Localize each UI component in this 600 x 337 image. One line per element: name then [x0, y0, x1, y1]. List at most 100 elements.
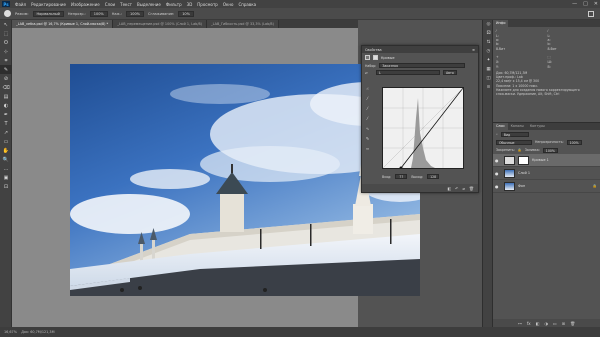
minimize-icon[interactable]: —	[572, 1, 577, 7]
quick-select-tool-icon[interactable]: ⊹	[0, 47, 12, 56]
tab-paths[interactable]: Контуры	[527, 123, 548, 130]
visibility-eye-icon[interactable]: ●	[495, 171, 501, 176]
info-bit-b: 8-бит	[547, 47, 557, 51]
more-tools-icon[interactable]: …	[0, 164, 12, 173]
brush-preset-icon[interactable]	[4, 10, 11, 17]
hand-tool-icon[interactable]: ✋	[0, 146, 12, 155]
menu-select[interactable]: Выделение	[137, 2, 161, 7]
mask-icon[interactable]	[373, 55, 378, 60]
mode-dropdown[interactable]: Нормальный	[32, 10, 64, 17]
tab-document-3[interactable]: _LAB_Гибкость.psd @ 33,3% (Lab/8)	[206, 20, 279, 28]
fill-field[interactable]: 100%	[542, 147, 558, 153]
visibility-eye-icon[interactable]: ●	[495, 184, 501, 189]
layer-row[interactable]: ● Кривые 1	[493, 154, 600, 167]
canvas-area[interactable]	[12, 28, 420, 327]
lasso-tool-icon[interactable]: ʘ	[0, 38, 12, 47]
shape-tool-icon[interactable]: ▭	[0, 137, 12, 146]
reset-icon[interactable]: ↶	[455, 186, 458, 191]
tab-document-1[interactable]: _LAB_vetka.psd @ 16,7% (Кривые 1, Слой-м…	[12, 20, 114, 28]
clip-to-layer-icon[interactable]: ◧	[447, 186, 451, 191]
brush-tool-icon[interactable]: ✎	[0, 65, 12, 74]
menu-image[interactable]: Изображение	[71, 2, 100, 7]
healing-tool-icon[interactable]: ⊘	[0, 74, 12, 83]
marquee-tool-icon[interactable]: ⬚	[0, 29, 12, 38]
eyedropper-black-icon[interactable]: ⁄	[364, 96, 371, 103]
blend-mode-dropdown[interactable]: Обычные	[496, 139, 532, 145]
menu-edit[interactable]: Редактирование	[31, 2, 66, 7]
share-icon[interactable]	[588, 11, 594, 17]
on-image-adjust-icon[interactable]: ☝	[364, 86, 371, 93]
layer-row[interactable]: ● Слой 1	[493, 167, 600, 180]
smooth-icon[interactable]: ≈	[364, 146, 371, 153]
maximize-icon[interactable]: □	[583, 1, 588, 7]
menu-window[interactable]: Окно	[223, 2, 234, 7]
menu-3d[interactable]: 3D	[187, 2, 193, 7]
visibility-eye-icon[interactable]: ●	[495, 158, 501, 163]
opacity-label: Непрозрачность:	[535, 140, 564, 144]
delete-layer-icon[interactable]: 🗑	[570, 321, 575, 326]
layer-filter-row: ⌕ Вид	[493, 130, 600, 138]
smoothing-dropdown[interactable]: 10%	[178, 10, 194, 17]
preset-row: Набор: Заказная	[362, 62, 478, 69]
menu-file[interactable]: Файл	[15, 2, 26, 7]
panel-menu-icon[interactable]: ≡	[472, 48, 475, 52]
move-tool-icon[interactable]: ↖	[0, 20, 12, 29]
new-group-icon[interactable]: ▭	[553, 321, 557, 326]
crop-tool-icon[interactable]: ⌗	[0, 56, 12, 65]
close-icon[interactable]: ✕	[594, 1, 598, 7]
menu-help[interactable]: Справка	[238, 2, 256, 7]
add-mask-icon[interactable]: ◧	[536, 321, 540, 326]
quick-mask-icon[interactable]: ⊡	[0, 182, 12, 191]
eraser-tool-icon[interactable]: ⌫	[0, 83, 12, 92]
opacity-dropdown[interactable]: 100%	[89, 10, 108, 17]
selection-icon: ⬚	[547, 55, 551, 59]
channel-icon[interactable]: ⇄	[365, 71, 373, 75]
layer-row[interactable]: ● Фон 🔒	[493, 180, 600, 193]
auto-button[interactable]: Авто	[443, 70, 457, 75]
curve-points-icon[interactable]: ∿	[364, 126, 371, 133]
layer-mask-thumbnail[interactable]	[518, 155, 529, 165]
pen-tool-icon[interactable]: ✒	[0, 110, 12, 119]
input-field[interactable]: 77	[395, 174, 408, 179]
type-tool-icon[interactable]: T	[0, 119, 12, 128]
color-swatch-icon[interactable]: ▣	[0, 173, 12, 182]
menu-layers[interactable]: Слои	[105, 2, 115, 7]
curves-graph[interactable]	[382, 87, 464, 170]
menu-type[interactable]: Текст	[120, 2, 132, 7]
new-adjustment-icon[interactable]: ◑	[544, 321, 548, 326]
eyedropper-gray-icon[interactable]: ⁄	[364, 106, 371, 113]
info-size: ⬚ Ш: В:	[548, 55, 598, 71]
menu-filter[interactable]: Фильтр	[166, 2, 182, 7]
link-layers-icon[interactable]: ⊶	[518, 321, 522, 326]
opacity-field[interactable]: 100%	[566, 139, 582, 145]
channel-dropdown[interactable]: L	[376, 70, 440, 75]
lock-row: Закрепить: 🔒 Заливка: 100%	[493, 146, 600, 154]
tab-info[interactable]: Инфо	[493, 20, 509, 27]
gradient-tool-icon[interactable]: ▤	[0, 92, 12, 101]
zoom-readout[interactable]: 16,67%	[4, 330, 17, 334]
toggle-visibility-icon[interactable]: ⌀	[463, 186, 465, 191]
path-select-tool-icon[interactable]: ↗	[0, 128, 12, 137]
lock-icon[interactable]: 🔒	[518, 148, 522, 152]
smoothing-label: Сглаживание:	[148, 11, 175, 16]
properties-header[interactable]: Свойства ≡	[362, 46, 478, 53]
document-tabs: _LAB_vetka.psd @ 16,7% (Кривые 1, Слой-м…	[12, 20, 358, 28]
delete-icon[interactable]: 🗑	[469, 186, 474, 191]
layer-kind-dropdown[interactable]: Вид	[500, 131, 529, 137]
zoom-tool-icon[interactable]: 🔍	[0, 155, 12, 164]
adjustment-icon[interactable]	[365, 55, 370, 60]
flow-dropdown[interactable]: 100%	[125, 10, 144, 17]
curves-graph-svg	[382, 87, 464, 170]
tab-document-2[interactable]: _LAB_перемещение.psd @ 100% (Слой 1, Lab…	[113, 20, 207, 28]
layer-style-icon[interactable]: fx	[527, 321, 531, 326]
new-layer-icon[interactable]: ⊞	[562, 321, 565, 326]
menu-view[interactable]: Просмотр	[197, 2, 218, 7]
eyedropper-white-icon[interactable]: ⁄	[364, 116, 371, 123]
dodge-tool-icon[interactable]: ◐	[0, 101, 12, 110]
tab-channels[interactable]: Каналы	[508, 123, 527, 130]
pencil-icon[interactable]: ✎	[364, 136, 371, 143]
output-field[interactable]: 128	[427, 174, 440, 179]
preset-dropdown[interactable]: Заказная	[379, 63, 466, 68]
options-bar: Режим: Нормальный Непрозр.: 100% Наж.: 1…	[0, 8, 600, 20]
tab-layers[interactable]: Слои	[493, 123, 508, 130]
